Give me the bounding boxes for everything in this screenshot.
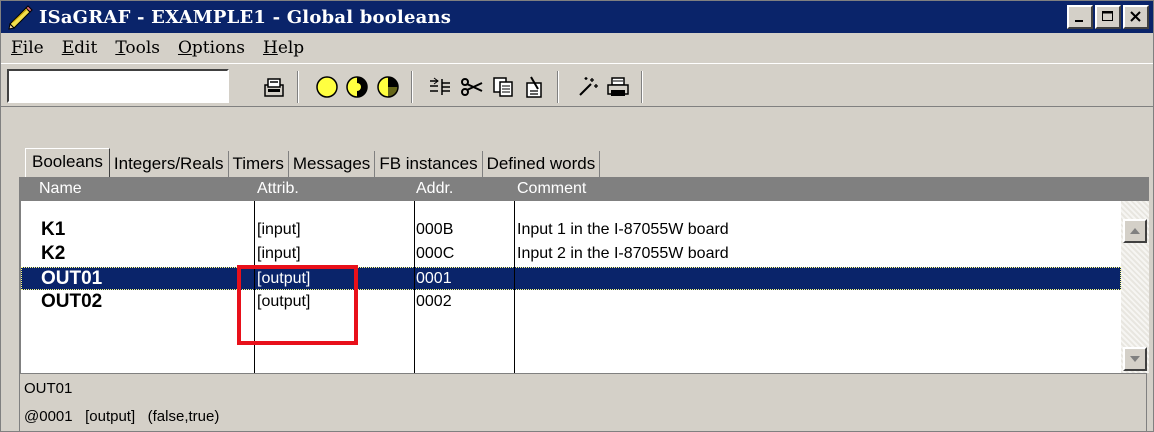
window-title: ISaGRAF - EXAMPLE1 - Global booleans — [39, 6, 452, 28]
variables-grid: Name Attrib. Addr. Comment K1 [input] 00… — [19, 177, 1149, 373]
scroll-down-button[interactable] — [1123, 347, 1147, 371]
tab-strip: Booleans Integers/Reals Timers Messages … — [25, 148, 601, 178]
menu-options[interactable]: Options — [169, 38, 254, 58]
column-header-addr[interactable]: Addr. — [416, 180, 453, 198]
insert-row-icon[interactable] — [427, 74, 453, 100]
cell-name: K1 — [41, 219, 66, 240]
column-header-attrib[interactable]: Attrib. — [257, 180, 299, 198]
cell-attrib: [input] — [257, 221, 301, 238]
column-header-name[interactable]: Name — [39, 180, 82, 198]
vertical-scrollbar[interactable] — [1121, 201, 1149, 373]
table-row[interactable]: OUT02 [output] 0002 — [21, 291, 1121, 314]
toolbar — [1, 63, 1153, 107]
menu-help[interactable]: Help — [254, 38, 313, 58]
tab-booleans[interactable]: Booleans — [25, 148, 110, 178]
arrow-up-icon — [1129, 222, 1141, 240]
cell-name: OUT01 — [41, 268, 103, 289]
pie-icon[interactable] — [375, 74, 401, 100]
minimize-button[interactable] — [1067, 5, 1093, 29]
variable-combo-input[interactable] — [7, 69, 229, 103]
grid-body: K1 [input] 000B Input 1 in the I-87055W … — [21, 201, 1121, 373]
close-button[interactable] — [1123, 5, 1149, 29]
menu-file[interactable]: File — [1, 38, 53, 58]
grid-header: Name Attrib. Addr. Comment — [21, 177, 1149, 201]
cell-addr: 000C — [416, 245, 455, 262]
menu-edit[interactable]: Edit — [53, 38, 107, 58]
status-variable-name: OUT01 — [24, 380, 73, 397]
cell-comment: Input 2 in the I-87055W board — [517, 245, 729, 262]
scroll-up-button[interactable] — [1123, 219, 1147, 243]
table-row[interactable]: K1 [input] 000B Input 1 in the I-87055W … — [21, 219, 1121, 242]
cell-addr: 0001 — [416, 270, 452, 287]
status-variable-details: @0001 [output] (false,true) — [24, 408, 220, 425]
status-panel: OUT01 @0001 [output] (false,true) — [19, 373, 1147, 431]
printer-icon[interactable] — [605, 74, 631, 100]
cell-comment: Input 1 in the I-87055W board — [517, 221, 729, 238]
maximize-icon — [1101, 10, 1115, 24]
arrow-down-icon — [1129, 350, 1141, 368]
tab-fb-instances[interactable]: FB instances — [375, 151, 483, 178]
yellow-circle-icon[interactable] — [314, 74, 340, 100]
cell-addr: 000B — [416, 221, 454, 238]
tab-defined-words[interactable]: Defined words — [483, 151, 601, 178]
minimize-icon — [1073, 10, 1087, 24]
column-header-comment[interactable]: Comment — [517, 180, 586, 198]
tab-integers-reals[interactable]: Integers/Reals — [110, 151, 229, 178]
menu-tools[interactable]: Tools — [106, 38, 169, 58]
scissors-icon[interactable] — [459, 74, 485, 100]
close-icon — [1129, 10, 1143, 24]
cell-name: OUT02 — [41, 291, 103, 312]
copy-icon[interactable] — [490, 74, 516, 100]
column-divider — [414, 201, 415, 373]
maximize-button[interactable] — [1095, 5, 1121, 29]
table-row-selected[interactable]: OUT01 [output] 0001 — [21, 267, 1121, 290]
open-library-icon[interactable] — [261, 74, 287, 100]
cell-addr: 0002 — [416, 293, 452, 310]
isagraf-pencil-icon — [7, 4, 33, 30]
paste-icon[interactable] — [521, 74, 547, 100]
wand-icon[interactable] — [575, 74, 601, 100]
column-divider — [514, 201, 515, 373]
menu-bar: File Edit Tools Options Help — [1, 33, 1153, 63]
highlight-box-output-attrib — [237, 265, 358, 345]
cell-name: K2 — [41, 243, 66, 264]
title-bar[interactable]: ISaGRAF - EXAMPLE1 - Global booleans — [1, 1, 1153, 33]
tab-messages[interactable]: Messages — [289, 151, 376, 178]
isagraf-window: ISaGRAF - EXAMPLE1 - Global booleans Fil… — [0, 0, 1154, 432]
tab-timers[interactable]: Timers — [229, 151, 289, 178]
table-row[interactable]: K2 [input] 000C Input 2 in the I-87055W … — [21, 243, 1121, 266]
half-circle-icon[interactable] — [344, 74, 370, 100]
cell-attrib: [input] — [257, 245, 301, 262]
